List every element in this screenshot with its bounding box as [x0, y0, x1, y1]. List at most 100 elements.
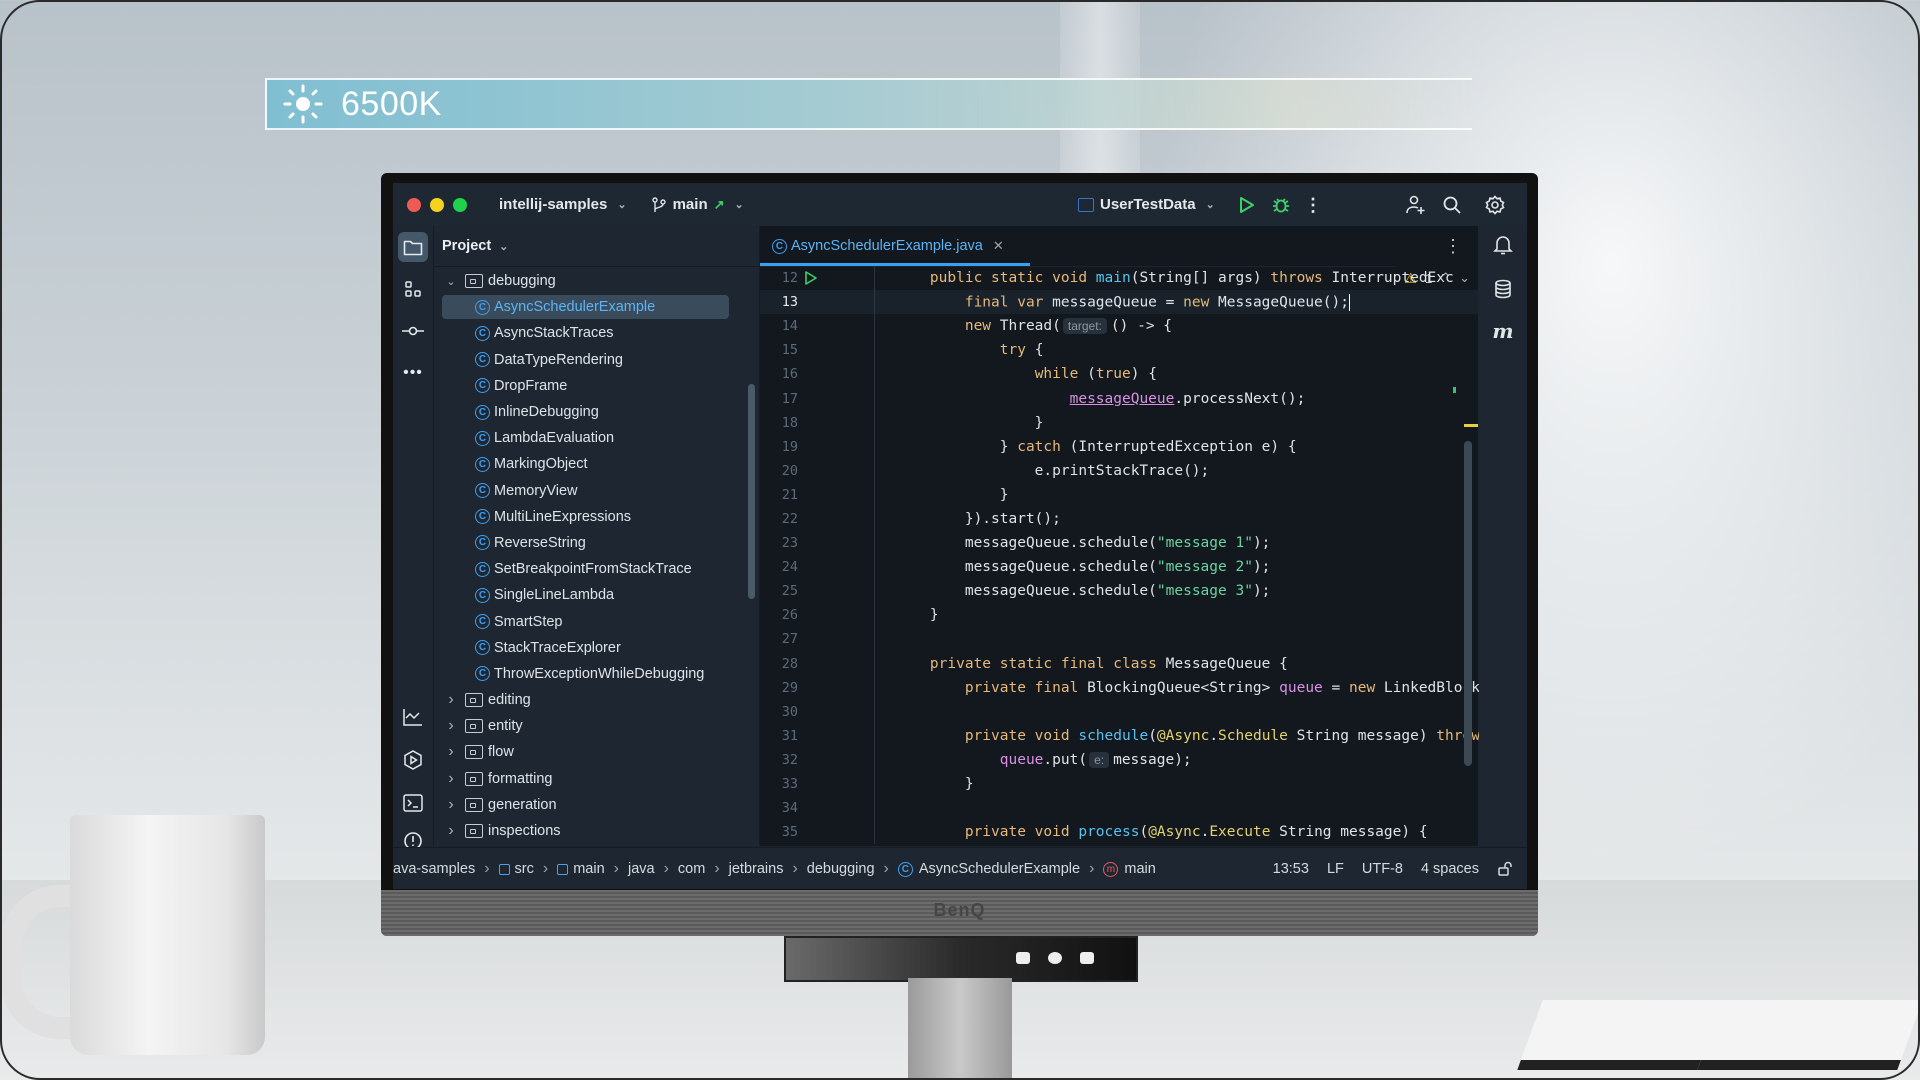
warning-marker[interactable] — [1464, 424, 1478, 427]
run-gutter-icon[interactable] — [804, 271, 818, 285]
chevron-right-icon[interactable]: › — [444, 770, 458, 788]
tab-options-button[interactable]: ⋮ — [1444, 236, 1462, 257]
tree-folder[interactable]: › formatting — [434, 766, 759, 792]
maximize-window-button[interactable] — [453, 197, 467, 212]
code-line[interactable]: 27 — [760, 627, 1478, 652]
chevron-down-icon[interactable]: ⌄ — [444, 275, 458, 288]
breadcrumb-item[interactable]: main — [557, 861, 605, 877]
project-tool-button[interactable] — [398, 232, 428, 262]
code-line[interactable]: 21 } — [760, 482, 1478, 507]
code-line[interactable]: 15 try { — [760, 338, 1478, 363]
breadcrumb-item[interactable]: src — [498, 861, 534, 877]
code-line[interactable]: 20 e.printStackTrace(); — [760, 458, 1478, 483]
code-line[interactable]: 22 }).start(); — [760, 506, 1478, 532]
code-line[interactable]: 28 private static final class MessageQue… — [760, 651, 1478, 676]
branch-selector[interactable]: main ↗ ⌄ — [651, 196, 744, 213]
code-line[interactable]: 25 messageQueue.schedule("message 3"); — [760, 579, 1478, 604]
project-selector[interactable]: intellij-samples ⌄ — [499, 196, 627, 213]
services-tool-button[interactable] — [398, 745, 428, 775]
code-line[interactable]: 13 final var messageQueue = new MessageQ… — [760, 290, 1478, 315]
tree-class-item[interactable]: C DataTypeRendering — [434, 347, 759, 373]
project-scrollbar[interactable] — [748, 384, 755, 599]
chevron-right-icon[interactable]: › — [444, 691, 458, 709]
tree-class-item[interactable]: C DropFrame — [434, 373, 759, 399]
run-config-selector[interactable]: UserTestData ⌄ — [1078, 196, 1215, 213]
code-line[interactable]: 18 } — [760, 410, 1478, 435]
breadcrumb-item[interactable]: java — [628, 861, 655, 877]
debug-button[interactable] — [1269, 193, 1293, 217]
chevron-right-icon[interactable]: › — [444, 743, 458, 761]
commit-tool-button[interactable] — [398, 316, 428, 346]
profiler-tool-button[interactable] — [398, 702, 428, 732]
code-line[interactable]: 24 messageQueue.schedule("message 2"); — [760, 555, 1478, 580]
breadcrumb-item[interactable]: jetbrains — [729, 861, 784, 877]
run-button[interactable] — [1234, 193, 1258, 217]
more-tools-button[interactable]: ••• — [398, 358, 428, 388]
breadcrumb-item[interactable]: C AsyncSchedulerExample — [897, 861, 1080, 877]
database-button[interactable] — [1491, 277, 1515, 301]
tree-class-item[interactable]: C SmartStep — [434, 608, 759, 634]
chevron-right-icon[interactable]: › — [444, 822, 458, 840]
tree-class-item[interactable]: C InlineDebugging — [434, 399, 759, 425]
minimize-window-button[interactable] — [430, 197, 444, 212]
tree-folder[interactable]: › entity — [434, 713, 759, 739]
code-line[interactable]: 12 public static void main(String[] args… — [760, 266, 1478, 291]
tree-class-item[interactable]: C ReverseString — [434, 530, 759, 556]
monitor-power-button[interactable] — [1048, 952, 1062, 964]
tree-class-item[interactable]: C StackTraceExplorer — [434, 635, 759, 661]
tree-class-item[interactable]: C MultiLineExpressions — [434, 504, 759, 530]
notifications-button[interactable] — [1491, 233, 1515, 257]
editor-tab-active[interactable]: C AsyncSchedulerExample.java ✕ — [772, 226, 1004, 266]
breadcrumb-item[interactable]: ava-samples — [393, 861, 475, 877]
tree-class-item[interactable]: C SingleLineLambda — [434, 582, 759, 608]
tree-folder[interactable]: › inspections — [434, 818, 759, 844]
tree-folder[interactable]: ⌄ debugging — [434, 268, 759, 294]
tree-class-item[interactable]: C SetBreakpointFromStackTrace — [434, 556, 759, 582]
monitor-input-button[interactable] — [1016, 952, 1030, 964]
code-line[interactable]: 29 private final BlockingQueue<String> q… — [760, 675, 1527, 700]
project-panel-header[interactable]: Project ⌄ — [434, 226, 759, 267]
structure-tool-button[interactable] — [398, 274, 428, 304]
terminal-tool-button[interactable] — [398, 788, 428, 818]
code-line[interactable]: 19 } catch (InterruptedException e) { — [760, 434, 1478, 459]
maven-button[interactable]: m — [1491, 319, 1515, 343]
code-line[interactable]: 33 } — [760, 771, 1478, 797]
more-actions-button[interactable]: ⋮ — [1301, 193, 1325, 217]
breadcrumb-item[interactable]: com — [678, 861, 705, 877]
chevron-right-icon[interactable]: › — [444, 717, 458, 735]
code-area[interactable]: ⚠ 1 ⌃ ⌄ 12 public static void main(Strin… — [760, 266, 1527, 846]
monitor-eye-care-button[interactable] — [1080, 952, 1094, 964]
add-collaborator-button[interactable] — [1404, 193, 1428, 217]
code-line[interactable]: 31 private void schedule(@Async.Schedule… — [760, 723, 1527, 748]
code-line[interactable]: 14 new Thread(target:() -> { — [760, 314, 1478, 339]
breadcrumb-item[interactable]: m main — [1103, 861, 1156, 877]
tree-folder[interactable]: › editing — [434, 687, 759, 713]
chevron-right-icon[interactable]: › — [444, 796, 458, 814]
file-encoding[interactable]: UTF-8 — [1362, 861, 1403, 877]
tree-class-item[interactable]: C LambdaEvaluation — [434, 425, 759, 451]
tree-class-item[interactable]: C AsyncStackTraces — [434, 320, 759, 346]
breadcrumb-item[interactable]: debugging — [807, 861, 875, 877]
tree-class-item[interactable]: C MemoryView — [434, 478, 759, 504]
unlock-icon[interactable] — [1497, 861, 1513, 877]
tree-folder[interactable]: › flow — [434, 739, 759, 765]
code-line[interactable]: 34 — [760, 796, 1478, 821]
code-line[interactable]: 35 private void process(@Async.Execute S… — [760, 820, 1478, 845]
caret-position[interactable]: 13:53 — [1273, 861, 1309, 877]
code-line[interactable]: 32 queue.put(e: message); — [760, 747, 1478, 772]
tree-class-item[interactable]: C ThrowExceptionWhileDebugging — [434, 661, 759, 687]
settings-button[interactable] — [1483, 193, 1507, 217]
code-line[interactable]: 30 — [760, 699, 1478, 724]
tree-folder[interactable]: › generation — [434, 792, 759, 818]
line-separator[interactable]: LF — [1327, 861, 1344, 877]
editor-scrollbar[interactable] — [1464, 441, 1472, 766]
tree-class-item[interactable]: C MarkingObject — [434, 451, 759, 477]
tree-class-item[interactable]: C AsyncSchedulerExample — [434, 294, 759, 320]
close-window-button[interactable] — [407, 197, 421, 212]
code-line[interactable]: 23 messageQueue.schedule("message 1"); — [760, 531, 1478, 556]
indent-setting[interactable]: 4 spaces — [1421, 861, 1479, 877]
code-line[interactable]: 17 messageQueue.processNext(); — [760, 386, 1478, 411]
code-line[interactable]: 16 while (true) { — [760, 362, 1478, 387]
close-tab-icon[interactable]: ✕ — [993, 238, 1004, 254]
code-line[interactable]: 26 } — [760, 603, 1478, 628]
